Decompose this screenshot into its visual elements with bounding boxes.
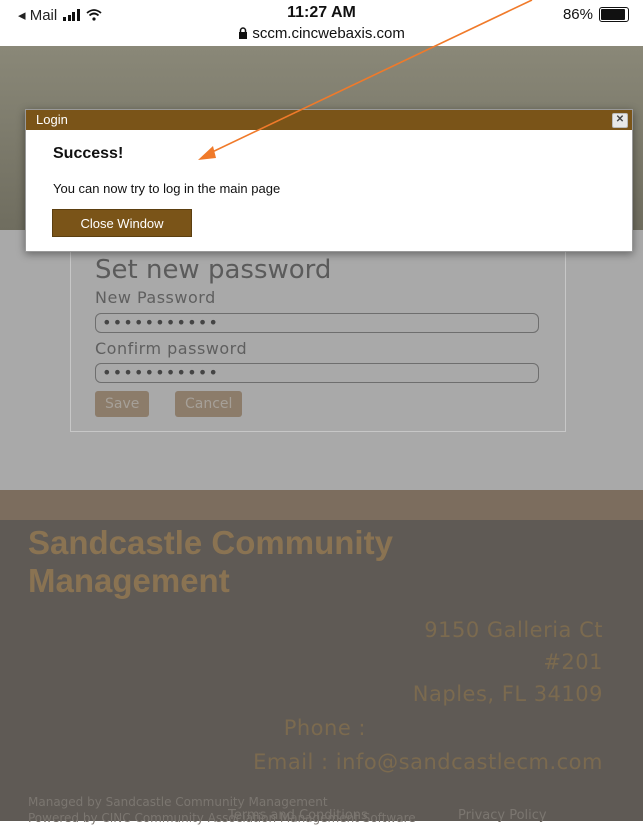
success-heading: Success!	[53, 145, 124, 162]
close-icon[interactable]: ✕	[612, 113, 628, 128]
url-text: sccm.cincwebaxis.com	[252, 25, 405, 42]
footer-divider-band	[0, 490, 643, 520]
email-link[interactable]: Email : info@sandcastlecm.com	[253, 750, 603, 774]
save-button[interactable]: Save	[95, 391, 150, 417]
close-window-button[interactable]: Close Window	[52, 209, 192, 237]
footer: Sandcastle Community Management 9150 Gal…	[0, 520, 643, 825]
address-line3: Naples, FL 34109	[412, 682, 603, 706]
battery-icon	[599, 7, 629, 22]
set-password-form: Set new password New Password ••••••••••…	[70, 240, 566, 432]
company-name-line2: Management	[28, 562, 230, 599]
url-bar[interactable]: sccm.cincwebaxis.com	[0, 25, 643, 42]
clock: 11:27 AM	[287, 4, 356, 21]
company-name-line1: Sandcastle Community	[28, 524, 393, 561]
form-title: Set new password	[95, 255, 332, 285]
phone-label: Phone :	[283, 716, 366, 740]
battery-status: 86%	[563, 6, 629, 23]
login-modal: Login ✕ Success! You can now try to log …	[25, 109, 633, 252]
address-line2: #201	[543, 650, 603, 674]
modal-title: Login	[36, 112, 68, 127]
success-message: You can now try to log in the main page	[53, 181, 281, 196]
cancel-button[interactable]: Cancel	[175, 391, 243, 417]
confirm-password-field[interactable]: •••••••••••	[95, 363, 539, 383]
confirm-password-label: Confirm password	[95, 339, 248, 358]
lock-icon	[239, 27, 248, 39]
page-content: Set new password New Password ••••••••••…	[0, 46, 643, 825]
new-password-field[interactable]: •••••••••••	[95, 313, 539, 333]
modal-header: Login ✕	[26, 110, 632, 130]
status-bar: ◂ Mail 11:27 AM sccm.cincwebaxis.com 86%	[0, 0, 643, 46]
battery-percent: 86%	[562, 6, 593, 23]
address-line1: 9150 Galleria Ct	[424, 618, 603, 642]
company-name: Sandcastle Community Management	[28, 524, 393, 600]
new-password-label: New Password	[95, 288, 216, 307]
